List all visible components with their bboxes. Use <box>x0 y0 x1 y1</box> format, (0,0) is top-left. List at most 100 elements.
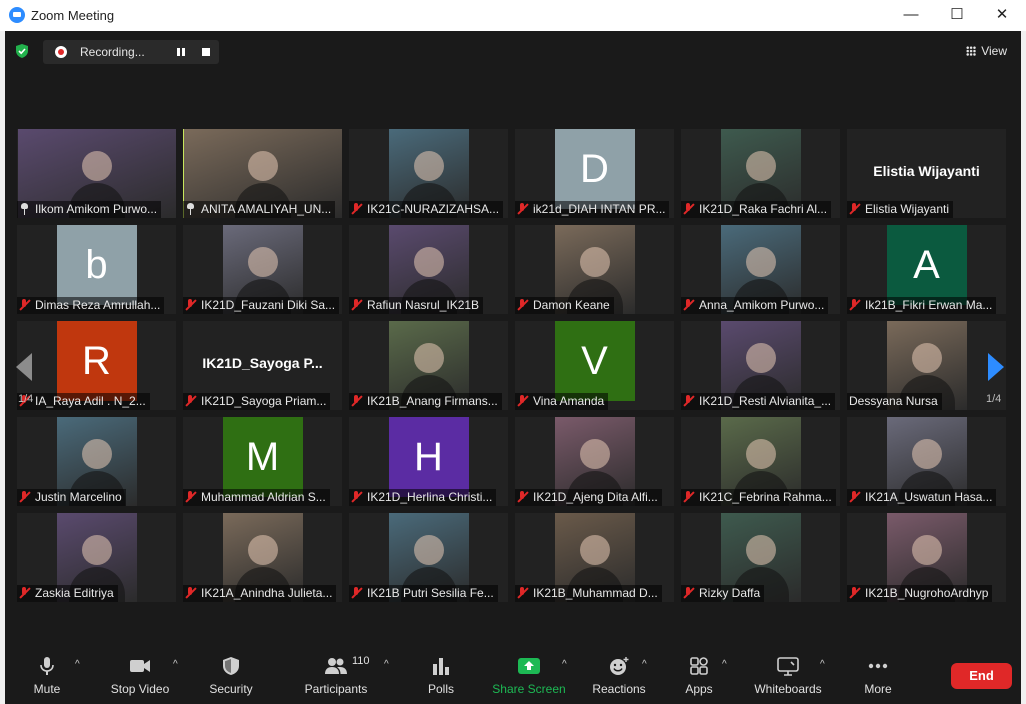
participant-tile[interactable]: IK21D_Ajeng Dita Alfi... <box>515 417 674 506</box>
participant-tile[interactable]: Elistia Wijayanti Elistia Wijayanti <box>847 129 1006 218</box>
reactions-options-caret[interactable]: ^ <box>642 660 652 670</box>
participant-silhouette <box>82 151 112 181</box>
apps-button[interactable]: Apps <box>677 640 721 704</box>
participant-tile[interactable]: IK21D_Raka Fachri Al... <box>681 129 840 218</box>
end-meeting-button[interactable]: End <box>951 663 1012 689</box>
participant-tile[interactable]: ANITA AMALIYAH_UN... <box>183 129 342 218</box>
recording-dot-icon <box>55 46 67 58</box>
share-screen-button[interactable]: Share Screen <box>491 640 567 704</box>
share-options-caret[interactable]: ^ <box>562 660 572 670</box>
participant-tile[interactable]: Anna_Amikom Purwo... <box>681 225 840 314</box>
participant-tile[interactable]: IK21B_Anang Firmans... <box>349 321 508 410</box>
participant-name-display: IK21D_Sayoga P... <box>202 355 323 371</box>
view-label: View <box>981 44 1007 58</box>
participant-tile[interactable]: Rizky Daffa <box>681 513 840 602</box>
participant-tile[interactable]: Dessyana Nursa <box>847 321 1006 410</box>
participant-name-text: IK21B Putri Sesilia Fe... <box>367 586 494 600</box>
participants-options-caret[interactable]: ^ <box>384 660 394 670</box>
security-button[interactable]: Security <box>201 640 261 704</box>
participant-tile[interactable]: V Vina Amanda <box>515 321 674 410</box>
participant-silhouette <box>911 439 942 469</box>
participant-name-display: Elistia Wijayanti <box>873 163 980 179</box>
next-page-arrow-icon[interactable] <box>988 353 1004 381</box>
mic-muted-icon <box>185 491 196 503</box>
more-button[interactable]: More <box>855 640 901 704</box>
participant-tile[interactable]: Rafiun Nasrul_IK21B <box>349 225 508 314</box>
participant-name-label: Elistia Wijayanti <box>847 201 954 218</box>
view-button[interactable]: View <box>960 40 1013 62</box>
participant-name-label: Rizky Daffa <box>681 585 765 602</box>
participant-tile[interactable]: IK21D_Resti Alvianita_... <box>681 321 840 410</box>
video-options-caret[interactable]: ^ <box>173 660 183 670</box>
grid-view-icon <box>966 46 977 56</box>
participant-tile[interactable]: IK21C_Febrina Rahma... <box>681 417 840 506</box>
mic-muted-icon <box>683 587 694 599</box>
participant-tile[interactable]: IK21B_Muhammad D... <box>515 513 674 602</box>
zoom-logo-icon <box>9 7 25 23</box>
participant-tile[interactable]: Dik21d_DIAH INTAN PR... <box>515 129 674 218</box>
participant-name-text: Damon Keane <box>533 298 610 312</box>
meeting-toolbar: Mute ^ Stop Video ^ Security Participant… <box>5 640 1021 704</box>
participant-tile[interactable]: IK21A_Anindha Julieta... <box>183 513 342 602</box>
title-bar: Zoom Meeting — ☐ ✕ <box>0 0 1026 32</box>
maximize-button[interactable]: ☐ <box>942 4 972 26</box>
participant-name-text: IK21D_Raka Fachri Al... <box>699 202 828 216</box>
share-screen-label: Share Screen <box>492 682 566 696</box>
close-button[interactable]: ✕ <box>987 4 1017 26</box>
participant-silhouette <box>745 343 776 373</box>
whiteboards-options-caret[interactable]: ^ <box>820 660 830 670</box>
participant-name-label: IK21B Putri Sesilia Fe... <box>349 585 498 602</box>
mic-muted-icon <box>351 587 362 599</box>
minimize-button[interactable]: — <box>896 4 926 26</box>
mute-options-caret[interactable]: ^ <box>75 660 85 670</box>
participant-tile[interactable]: M Muhammad Aldrian S... <box>183 417 342 506</box>
window-title: Zoom Meeting <box>31 8 115 23</box>
encryption-shield-icon[interactable] <box>15 44 29 58</box>
polls-button[interactable]: Polls <box>419 640 463 704</box>
participant-tile[interactable]: IK21C-NURAZIZAHSA... <box>349 129 508 218</box>
participant-tile[interactable]: R IA_Raya Adil . N_2... <box>17 321 176 410</box>
stop-recording-icon[interactable] <box>202 48 210 56</box>
pin-icon <box>19 203 30 215</box>
mic-muted-icon <box>517 299 528 311</box>
recording-indicator: Recording... <box>43 40 219 64</box>
mic-muted-icon <box>683 395 694 407</box>
participant-name-text: IK21C_Febrina Rahma... <box>699 490 832 504</box>
participant-tile[interactable]: Damon Keane <box>515 225 674 314</box>
participant-silhouette <box>413 247 444 277</box>
participant-tile[interactable]: IK21D_Fauzani Diki Sa... <box>183 225 342 314</box>
participant-tile[interactable]: A Ik21B_Fikri Erwan Ma... <box>847 225 1006 314</box>
participant-tile[interactable]: Justin Marcelino <box>17 417 176 506</box>
participant-tile[interactable]: IK21B Putri Sesilia Fe... <box>349 513 508 602</box>
participant-tile[interactable]: Ilkom Amikom Purwo... <box>17 129 176 218</box>
polls-bar-chart-icon <box>433 658 449 675</box>
participant-name-text: Anna_Amikom Purwo... <box>699 298 825 312</box>
participant-tile[interactable]: IK21A_Uswatun Hasa... <box>847 417 1006 506</box>
apps-options-caret[interactable]: ^ <box>722 660 732 670</box>
mic-muted-icon <box>849 491 860 503</box>
participant-tile[interactable]: b Dimas Reza Amrullah... <box>17 225 176 314</box>
participant-name-text: IK21B_Muhammad D... <box>533 586 658 600</box>
participant-name-text: ik21d_DIAH INTAN PR... <box>533 202 666 216</box>
participant-tile[interactable]: Zaskia Editriya <box>17 513 176 602</box>
participant-tile[interactable]: H IK21D_Herlina Christi... <box>349 417 508 506</box>
previous-page-arrow-icon[interactable] <box>16 353 32 381</box>
participant-tile[interactable]: IK21B_NugrohoArdhyp <box>847 513 1006 602</box>
reactions-button[interactable]: Reactions <box>589 640 649 704</box>
participant-silhouette <box>81 535 112 565</box>
more-dots-icon <box>868 663 888 669</box>
whiteboards-button[interactable]: Whiteboards <box>749 640 827 704</box>
participant-name-text: Elistia Wijayanti <box>865 202 950 216</box>
stop-video-button[interactable]: Stop Video <box>107 640 173 704</box>
security-label: Security <box>209 682 253 696</box>
participant-name-text: Muhammad Aldrian S... <box>201 490 326 504</box>
security-shield-icon <box>223 657 239 675</box>
participant-avatar-letter: b <box>56 225 137 305</box>
mute-button[interactable]: Mute <box>19 640 75 704</box>
participant-name-label: IK21D_Ajeng Dita Alfi... <box>515 489 662 506</box>
participant-name-label: IK21A_Anindha Julieta... <box>183 585 337 602</box>
participant-name-label: Zaskia Editriya <box>17 585 118 602</box>
participants-button[interactable]: Participants <box>301 640 371 704</box>
pause-recording-icon[interactable] <box>175 46 187 58</box>
participant-tile[interactable]: IK21D_Sayoga P... IK21D_Sayoga Priam... <box>183 321 342 410</box>
